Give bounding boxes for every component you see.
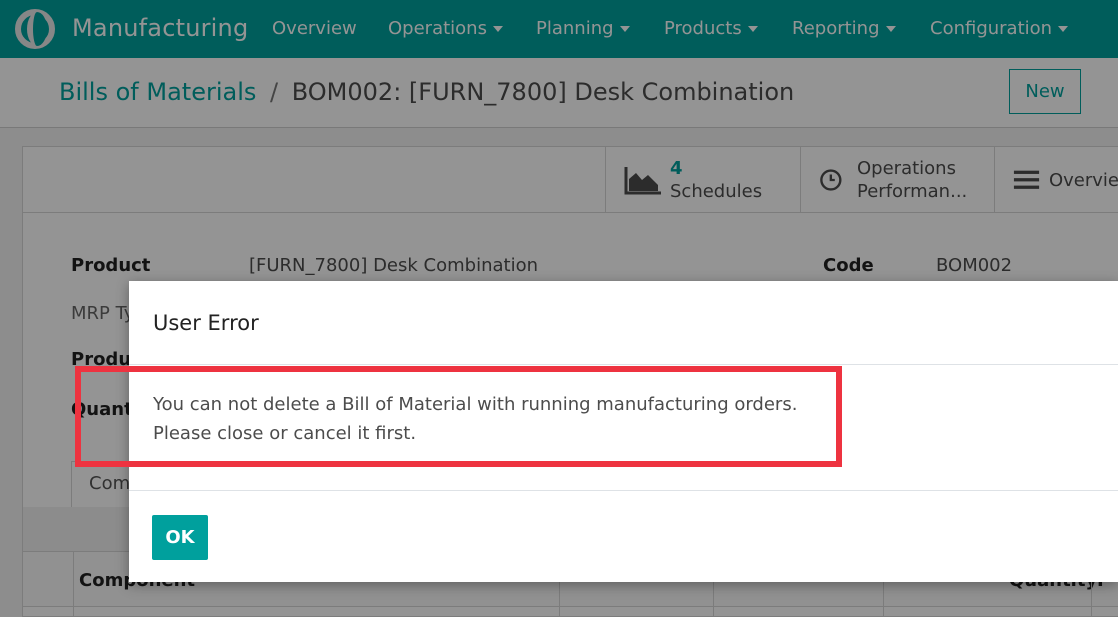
ok-button[interactable]: OK <box>152 515 208 560</box>
dialog-message-line-2: Please close or cancel it first. <box>153 423 417 444</box>
dialog-title: User Error <box>153 311 259 335</box>
dialog-header: User Error <box>129 281 1118 365</box>
dialog-footer: OK <box>129 490 1118 582</box>
user-error-dialog: User Error You can not delete a Bill of … <box>129 281 1118 582</box>
dialog-message-line-1: You can not delete a Bill of Material wi… <box>153 394 798 415</box>
page: Manufacturing Overview Operations Planni… <box>0 0 1118 617</box>
